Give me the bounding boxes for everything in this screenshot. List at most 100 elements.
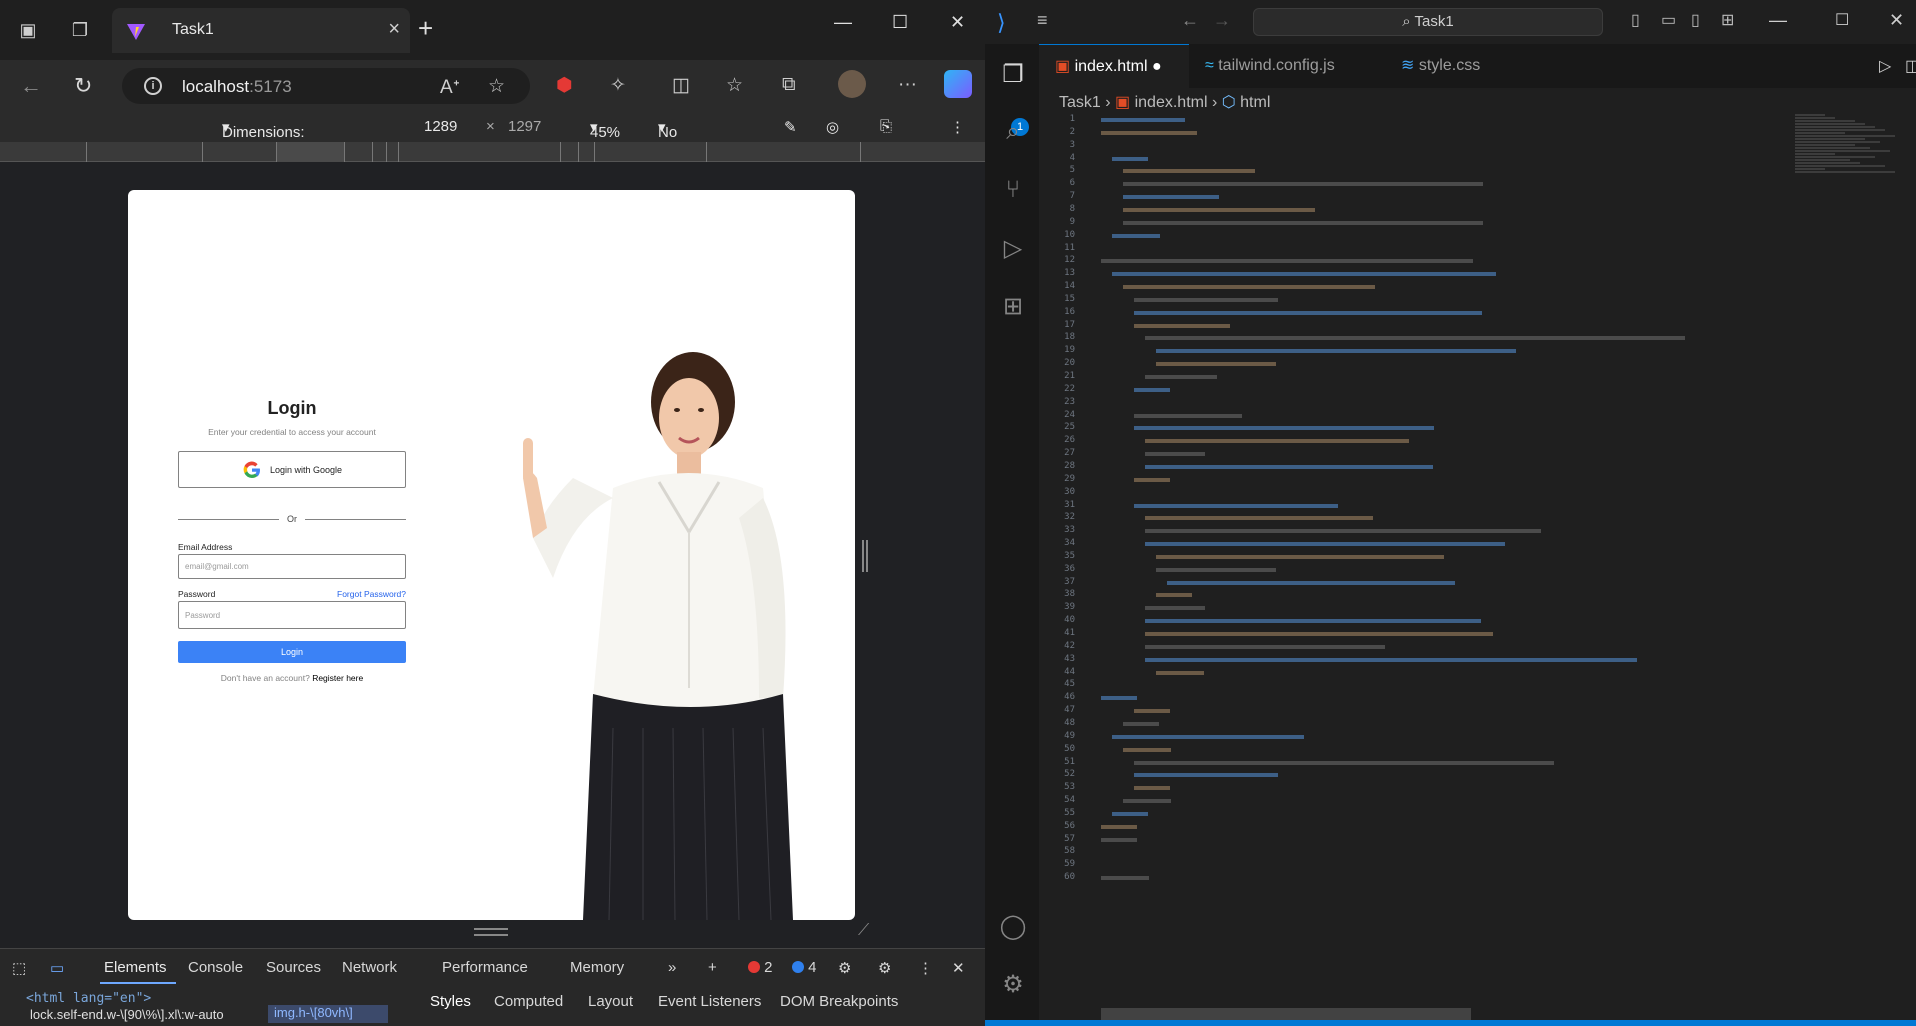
workspaces-icon[interactable]: ▣ (16, 18, 40, 42)
tab-elements[interactable]: Elements (104, 959, 167, 976)
split-editor-icon[interactable]: ◫ (1905, 56, 1916, 76)
zoom-dropdown[interactable]: 45% ▾ (590, 118, 620, 141)
close-tab-icon[interactable]: × (388, 18, 400, 41)
settings-gear-icon[interactable]: ⚙ (878, 959, 891, 977)
new-tab-button[interactable]: + (418, 13, 433, 44)
favorite-star-icon[interactable]: ☆ (488, 75, 505, 98)
code-editor[interactable]: 1 2 3 4 5 6 7 8 9 10 11 12 13 14 15 16 17 18 19 20 21 22 23 24 2… (1039, 114, 1772, 974)
subtab-dom-breakpoints[interactable]: DOM Breakpoints (780, 993, 898, 1010)
device-more-icon[interactable]: ⋮ (950, 118, 965, 136)
height-field[interactable]: 1297 (508, 118, 541, 135)
accounts-icon[interactable]: ◯ (999, 912, 1027, 940)
width-field[interactable]: 1289 (424, 118, 457, 135)
search-icon[interactable]: ⌕ (999, 118, 1027, 146)
toggle-sidebar-icon[interactable]: ▯ (1631, 10, 1640, 30)
code-line (1134, 426, 1434, 431)
copilot-icon[interactable] (944, 70, 972, 98)
code-line (1145, 375, 1217, 379)
close-devtools-icon[interactable]: ✕ (952, 959, 965, 977)
screenshot-icon[interactable]: ⎘ (880, 118, 892, 135)
code-line (1123, 220, 1483, 225)
subtab-styles[interactable]: Styles (430, 993, 471, 1010)
viewport-height-handle[interactable] (474, 928, 508, 936)
line-number: 47 (1064, 705, 1075, 716)
minimap[interactable] (1795, 114, 1905, 244)
editor-tab-tailwind-config[interactable]: ≈ tailwind.config.js (1189, 44, 1385, 88)
error-count[interactable]: 2 (748, 959, 773, 976)
command-center-search[interactable]: ⌕ Task1 (1253, 8, 1603, 36)
maximize-button[interactable]: ☐ (892, 12, 908, 33)
issues-icon[interactable]: ⚙ (838, 959, 851, 977)
devtools-more-icon[interactable]: ⋮ (918, 959, 933, 977)
read-aloud-icon[interactable]: Aᐩ (440, 76, 460, 99)
toggle-panel-icon[interactable]: ▭ (1661, 10, 1676, 30)
split-screen-icon[interactable]: ◫ (672, 74, 690, 97)
subtab-event-listeners[interactable]: Event Listeners (658, 993, 761, 1010)
device-mode-icon[interactable]: ▭ (50, 959, 64, 977)
refresh-button[interactable]: ↻ (74, 73, 92, 99)
editor-tab-style-css[interactable]: ≋ style.css (1385, 44, 1531, 88)
source-control-icon[interactable]: ⑂ (999, 176, 1027, 204)
minimize-button[interactable]: — (834, 12, 852, 33)
vs-minimize-button[interactable]: — (1769, 10, 1787, 31)
vs-maximize-button[interactable]: ☐ (1835, 10, 1849, 30)
manage-gear-icon[interactable]: ⚙ (999, 970, 1027, 998)
tab-network[interactable]: Network (342, 959, 397, 976)
extensions-icon[interactable]: ⊞ (999, 292, 1027, 320)
url-field[interactable]: i localhost:5173 Aᐩ ☆ (122, 68, 530, 104)
breadcrumb-node-1[interactable]: lock.self-end.w-\[90\%\].xl\:w-auto (30, 1007, 224, 1022)
vs-close-button[interactable]: ✕ (1889, 10, 1904, 31)
toggle-secondary-sidebar-icon[interactable]: ▯ (1691, 10, 1700, 30)
close-window-button[interactable]: ✕ (950, 12, 965, 33)
code-line (1112, 233, 1160, 238)
media-query-ruler[interactable] (0, 142, 985, 162)
line-number: 10 (1064, 229, 1075, 240)
favorites-icon[interactable]: ☆ (726, 74, 743, 97)
tab-actions-icon[interactable]: ❐ (68, 18, 92, 42)
login-submit-button[interactable]: Login (178, 641, 406, 663)
extensions-icon[interactable]: ✧ (610, 74, 626, 97)
sensors-icon[interactable]: ◎ (826, 118, 839, 136)
more-menu-icon[interactable]: ··· (898, 74, 917, 96)
code-line (1134, 413, 1242, 418)
run-icon[interactable]: ▷ (1879, 56, 1891, 76)
nav-forward-icon[interactable]: → (1213, 10, 1231, 31)
google-login-button[interactable]: Login with Google (178, 451, 406, 488)
dom-node[interactable]: <html lang="en"> (26, 991, 151, 1006)
tab-performance[interactable]: Performance (442, 959, 528, 976)
inspect-icon[interactable]: ⬚ (12, 959, 26, 977)
browser-tab[interactable]: Task1 × (112, 8, 410, 53)
add-tab-icon[interactable]: + (708, 959, 717, 976)
viewport-resize-handle[interactable] (862, 540, 868, 572)
forgot-password-link[interactable]: Forgot Password? (337, 589, 406, 599)
horizontal-scrollbar[interactable] (1101, 1008, 1471, 1020)
register-link[interactable]: Register here (312, 673, 363, 683)
breadcrumb-node-2[interactable]: img.h-\[80vh\] (268, 1005, 388, 1023)
more-tabs-icon[interactable]: » (668, 959, 676, 976)
tab-console[interactable]: Console (188, 959, 243, 976)
info-icon[interactable]: i (144, 77, 162, 95)
tab-memory[interactable]: Memory (570, 959, 624, 976)
nav-back-icon[interactable]: ← (1181, 10, 1199, 31)
throttling-dropdown[interactable]: No throttling ▾ (658, 118, 716, 158)
editor-tab-index-html[interactable]: ▣ index.html ● (1039, 44, 1189, 88)
viewport-corner-handle[interactable]: ⟋ (858, 922, 869, 940)
dimensions-dropdown[interactable]: Dimensions: Responsive ▾ (222, 118, 305, 158)
line-number: 30 (1064, 486, 1075, 497)
password-field[interactable]: Password (178, 601, 406, 629)
run-debug-icon[interactable]: ▷ (999, 234, 1027, 262)
collections-icon[interactable]: ⧉ (782, 74, 796, 96)
menu-icon[interactable]: ≡ (1037, 10, 1048, 31)
email-field[interactable]: email@gmail.com (178, 554, 406, 579)
subtab-computed[interactable]: Computed (494, 993, 563, 1010)
back-button[interactable]: ← (20, 73, 42, 99)
code-line (1134, 297, 1278, 302)
profile-avatar[interactable] (838, 70, 866, 98)
message-count[interactable]: 4 (792, 959, 817, 976)
eyedropper-icon[interactable]: ✎ (784, 118, 797, 136)
customize-layout-icon[interactable]: ⊞ (1721, 10, 1734, 30)
extension-shield-icon[interactable]: ⬢ (556, 74, 573, 97)
subtab-layout[interactable]: Layout (588, 993, 633, 1010)
tab-sources[interactable]: Sources (266, 959, 321, 976)
explorer-icon[interactable]: ❐ (999, 60, 1027, 88)
